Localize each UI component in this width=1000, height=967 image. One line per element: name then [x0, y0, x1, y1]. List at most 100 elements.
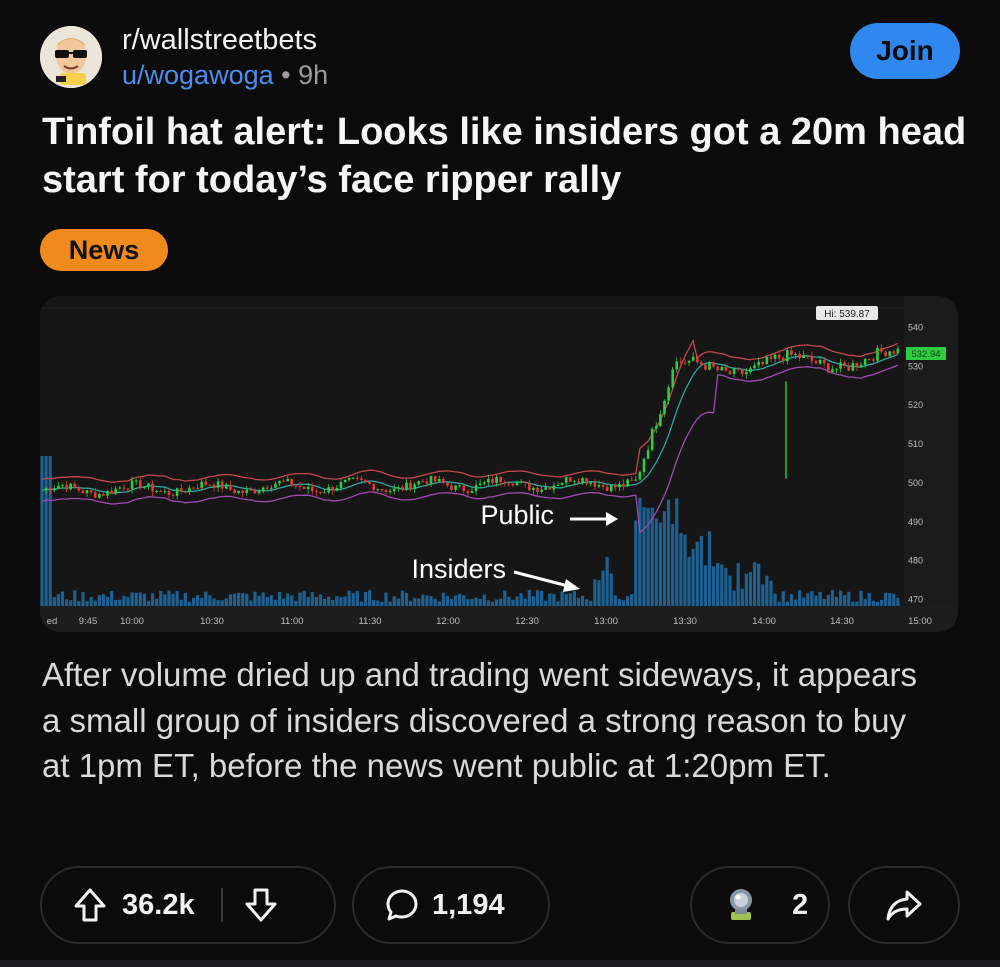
price-candle — [368, 481, 371, 485]
volume-bar — [552, 593, 556, 606]
volume-bar — [163, 594, 167, 606]
price-candle — [626, 479, 629, 487]
post-header: r/wallstreetbets u/wogawoga • 9h Join — [40, 14, 960, 94]
price-candle — [769, 356, 773, 359]
price-candle — [286, 479, 290, 482]
price-candle — [57, 485, 60, 489]
price-candle — [126, 488, 130, 490]
volume-bar — [884, 592, 888, 606]
downvote-icon[interactable] — [241, 885, 281, 925]
comment-bubble-icon — [382, 885, 422, 925]
price-candle — [470, 491, 474, 493]
volume-bar — [736, 563, 740, 606]
volume-bar — [355, 590, 359, 606]
price-candle — [171, 494, 175, 496]
price-candle — [421, 481, 425, 483]
share-button[interactable] — [848, 866, 960, 944]
price-candle — [212, 484, 216, 488]
price-candle — [671, 369, 674, 388]
price-candle — [184, 491, 187, 493]
price-candle — [351, 477, 355, 479]
price-candle — [740, 369, 744, 375]
author-link[interactable]: u/wogawoga — [122, 60, 274, 90]
volume-bar — [568, 593, 572, 606]
subreddit-avatar[interactable] — [40, 26, 102, 88]
volume-bar — [368, 590, 372, 606]
price-candle — [630, 479, 634, 481]
volume-bar — [77, 601, 81, 606]
price-candle — [679, 361, 683, 363]
volume-bar — [322, 598, 327, 606]
join-button[interactable]: Join — [850, 23, 960, 79]
post-body: After volume dried up and trading went s… — [42, 656, 917, 784]
volume-bar — [208, 595, 212, 606]
price-candle — [761, 361, 765, 365]
volume-bar — [712, 566, 716, 606]
volume-bar — [748, 571, 753, 606]
price-candle — [245, 489, 249, 493]
price-candle — [270, 487, 273, 489]
volume-bar — [343, 596, 347, 606]
vote-divider — [220, 888, 223, 922]
price-candle — [654, 425, 658, 429]
volume-bar — [175, 590, 179, 606]
wsb-mascot-icon — [40, 26, 102, 88]
price-candle — [265, 487, 269, 489]
volume-bar — [761, 584, 765, 606]
flair-badge[interactable]: News — [40, 229, 168, 271]
post-image-chart[interactable]: 540 530 520 510 500 490 480 470 ed 9:45 10:00 10:3… — [40, 296, 958, 632]
volume-bar — [540, 591, 544, 606]
price-candle — [683, 362, 687, 364]
price-candle — [143, 486, 146, 489]
awards-button[interactable]: 2 — [690, 866, 830, 944]
price-candle — [896, 348, 900, 354]
volume-bar — [449, 599, 454, 606]
volume-bar — [441, 592, 445, 606]
price-candle — [364, 479, 367, 482]
price-candle — [290, 479, 294, 486]
price-candle — [720, 366, 724, 371]
post-title[interactable]: Tinfoil hat alert: Looks like insiders g… — [42, 108, 972, 204]
volume-bar — [851, 601, 855, 606]
volume-bar — [118, 599, 122, 606]
price-candle — [360, 478, 363, 480]
volume-bar — [671, 523, 675, 606]
y-tick-label: 520 — [908, 400, 923, 410]
volume-bar — [740, 588, 744, 606]
comments-button[interactable]: 1,194 — [352, 866, 550, 944]
x-tick-label: 9:45 — [79, 616, 98, 627]
x-tick-label: 11:00 — [280, 616, 303, 627]
price-candle — [102, 494, 105, 496]
price-candle — [732, 368, 736, 375]
volume-bar — [138, 592, 142, 606]
volume-bar — [73, 590, 77, 606]
price-candle — [327, 486, 330, 493]
volume-bar — [114, 599, 118, 606]
subreddit-name[interactable]: r/wallstreetbets — [122, 24, 317, 57]
price-candle — [335, 487, 339, 491]
upvote-icon[interactable] — [70, 885, 110, 925]
price-candle — [544, 487, 548, 490]
price-candle — [577, 481, 580, 483]
price-candle — [708, 362, 711, 370]
volume-bar — [425, 595, 429, 606]
price-candle — [855, 363, 859, 368]
volume-bar — [535, 590, 540, 606]
price-candle — [777, 354, 781, 358]
price-candle — [888, 351, 892, 357]
price-candle — [130, 480, 134, 489]
price-candle — [323, 492, 326, 494]
post-meta: u/wogawoga • 9h — [122, 60, 328, 91]
price-candle — [700, 362, 703, 365]
meta-separator: • — [281, 60, 291, 90]
volume-bar — [64, 599, 69, 606]
volume-bar — [122, 595, 126, 606]
volume-bar — [146, 600, 151, 606]
price-candle — [773, 354, 777, 359]
price-candle — [204, 481, 208, 485]
volume-bar — [335, 596, 339, 606]
volume-bar — [216, 600, 220, 606]
volume-bar — [871, 600, 875, 606]
price-candle — [401, 487, 404, 491]
price-candle — [73, 483, 77, 488]
